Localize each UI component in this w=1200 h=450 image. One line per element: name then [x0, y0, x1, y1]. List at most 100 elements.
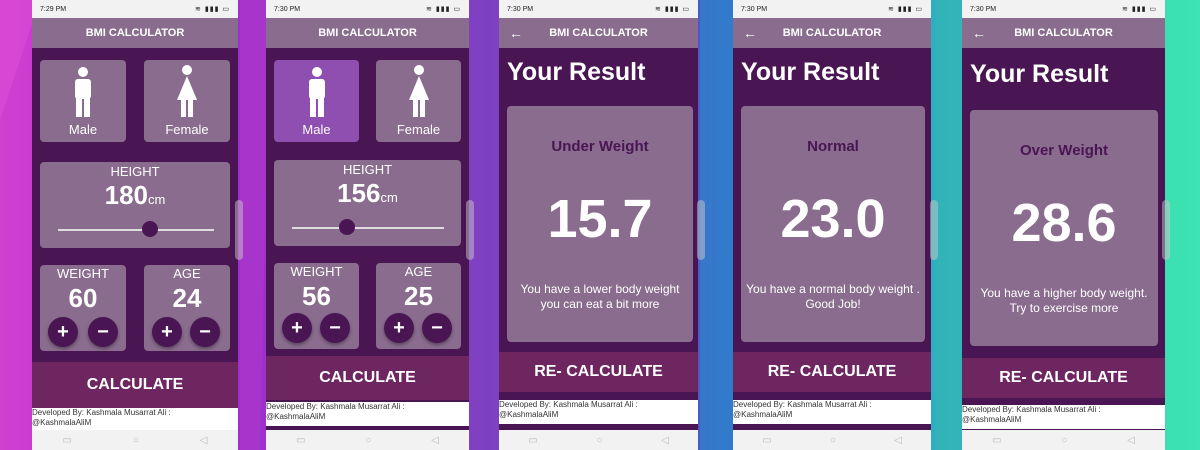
app-bar: ← BMI CALCULATOR [962, 18, 1165, 48]
signal-icon: ▮▮▮ [204, 6, 220, 13]
height-number: 156 [337, 178, 381, 208]
weight-minus-button[interactable]: − [320, 313, 350, 343]
bmi-value: 28.6 [1011, 193, 1117, 253]
recalculate-button[interactable]: RE- CALCULATE [499, 352, 698, 392]
developer-handle: @KashmalaAliM [733, 410, 793, 419]
height-card: HEIGHT 180cm [40, 162, 230, 248]
age-value: 25 [404, 281, 433, 311]
side-tab [930, 200, 938, 260]
weight-plus-button[interactable]: + [282, 313, 312, 343]
female-label: Female [396, 122, 441, 137]
status-time: 7:29 PM [40, 5, 67, 13]
app-bar: ← BMI CALCULATOR [733, 18, 931, 48]
phone-screen-result-2: 7:30 PM ≋ ▮▮▮ ▭ ← BMI CALCULATOR Your Re… [733, 0, 931, 450]
weight-card: WEIGHT 56 + − [274, 263, 359, 349]
height-slider[interactable] [58, 229, 214, 231]
height-card: HEIGHT 156cm [274, 160, 461, 246]
female-card[interactable]: Female [144, 60, 230, 142]
age-minus-button[interactable]: − [190, 317, 220, 347]
weight-minus-button[interactable]: − [88, 317, 118, 347]
male-card[interactable]: Male [274, 60, 359, 142]
developer-name: Developed By: Kashmala Musarrat Ali : [962, 405, 1101, 414]
height-slider-thumb[interactable] [142, 221, 159, 237]
developer-credit: Developed By: Kashmala Musarrat Ali : @K… [32, 408, 238, 430]
phone-screen-input-1: 7:29 PM ≋ ▮▮▮ ▭ BMI CALCULATOR Male Fema… [32, 0, 238, 450]
developer-handle: @KashmalaAliM [32, 418, 92, 427]
back-arrow-icon[interactable]: ← [743, 25, 757, 41]
nav-back-icon[interactable]: ◁ [431, 435, 439, 446]
nav-bar: ▭ ○ ◁ [32, 430, 238, 450]
weight-value: 56 [302, 281, 331, 311]
result-status: Over Weight [1019, 142, 1109, 159]
result-status: Normal [807, 138, 859, 155]
nav-recents-icon[interactable]: ▭ [62, 435, 71, 446]
phone-screen-result-1: 7:30 PM ≋ ▮▮▮ ▭ ← BMI CALCULATOR Your Re… [499, 0, 698, 450]
signal-icon: ▮▮▮ [435, 6, 451, 13]
male-card[interactable]: Male [40, 60, 126, 142]
battery-icon: ▭ [682, 6, 690, 13]
nav-home-icon[interactable]: ○ [1061, 435, 1067, 446]
female-card[interactable]: Female [376, 60, 461, 142]
result-message: You have a higher body weight. Try to ex… [980, 286, 1148, 315]
nav-recents-icon[interactable]: ▭ [528, 435, 537, 446]
height-value: 180cm [40, 180, 230, 211]
nav-recents-icon[interactable]: ▭ [296, 435, 305, 446]
nav-recents-icon[interactable]: ▭ [762, 435, 771, 446]
developer-name: Developed By: Kashmala Musarrat Ali : [499, 400, 638, 409]
height-value: 156cm [274, 178, 461, 209]
status-time: 7:30 PM [970, 5, 997, 13]
status-bar: 7:30 PM ≋ ▮▮▮ ▭ [499, 0, 698, 18]
age-minus-button[interactable]: − [422, 313, 452, 343]
nav-back-icon[interactable]: ◁ [1127, 435, 1135, 446]
height-slider-thumb[interactable] [338, 219, 355, 235]
result-card: Over Weight 28.6 You have a higher body … [970, 110, 1158, 346]
developer-name: Developed By: Kashmala Musarrat Ali : [32, 408, 171, 417]
back-arrow-icon[interactable]: ← [972, 25, 986, 41]
app-title: BMI CALCULATOR [549, 27, 648, 39]
nav-bar: ▭ ○ ◁ [962, 430, 1165, 450]
nav-home-icon[interactable]: ○ [133, 435, 139, 446]
nav-home-icon[interactable]: ○ [830, 435, 836, 446]
age-plus-button[interactable]: + [152, 317, 182, 347]
age-card: AGE 24 + − [144, 265, 230, 351]
age-label: AGE [404, 264, 433, 279]
male-icon [75, 67, 91, 117]
wifi-icon: ≋ [195, 6, 202, 13]
signal-icon: ▮▮▮ [1131, 6, 1147, 13]
status-icons: ≋ ▮▮▮ ▭ [655, 5, 690, 13]
nav-back-icon[interactable]: ◁ [661, 435, 669, 446]
result-card: Under Weight 15.7 You have a lower body … [507, 106, 693, 342]
age-plus-button[interactable]: + [384, 313, 414, 343]
calculate-button[interactable]: CALCULATE [266, 356, 469, 400]
age-label: AGE [173, 266, 201, 281]
weight-value: 60 [68, 283, 98, 313]
recalculate-button[interactable]: RE- CALCULATE [962, 358, 1165, 398]
wifi-icon: ≋ [655, 6, 662, 13]
your-result-heading: Your Result [507, 58, 646, 86]
nav-recents-icon[interactable]: ▭ [992, 435, 1001, 446]
result-message: You have a lower body weight you can eat… [520, 282, 680, 311]
status-time: 7:30 PM [741, 5, 768, 13]
side-tab [697, 200, 705, 260]
height-slider[interactable] [292, 227, 444, 229]
weight-card: WEIGHT 60 + − [40, 265, 126, 351]
male-icon [308, 67, 325, 117]
nav-back-icon[interactable]: ◁ [200, 435, 208, 446]
nav-home-icon[interactable]: ○ [365, 435, 371, 446]
female-label: Female [165, 122, 209, 137]
recalculate-button[interactable]: RE- CALCULATE [733, 352, 931, 392]
weight-plus-button[interactable]: + [48, 317, 78, 347]
back-arrow-icon[interactable]: ← [509, 25, 523, 41]
developer-credit: Developed By: Kashmala Musarrat Ali : @K… [499, 400, 698, 424]
nav-bar: ▭ ○ ◁ [499, 430, 698, 450]
weight-label: WEIGHT [57, 266, 109, 281]
signal-icon: ▮▮▮ [897, 6, 913, 13]
nav-back-icon[interactable]: ◁ [894, 435, 902, 446]
app-title: BMI CALCULATOR [1014, 27, 1113, 39]
nav-home-icon[interactable]: ○ [596, 435, 602, 446]
result-message: You have a normal body weight . Good Job… [746, 282, 920, 311]
calculate-button[interactable]: CALCULATE [32, 362, 238, 408]
developer-credit: Developed By: Kashmala Musarrat Ali : @K… [962, 405, 1165, 429]
bmi-value: 15.7 [547, 189, 653, 249]
side-tab [235, 200, 243, 260]
